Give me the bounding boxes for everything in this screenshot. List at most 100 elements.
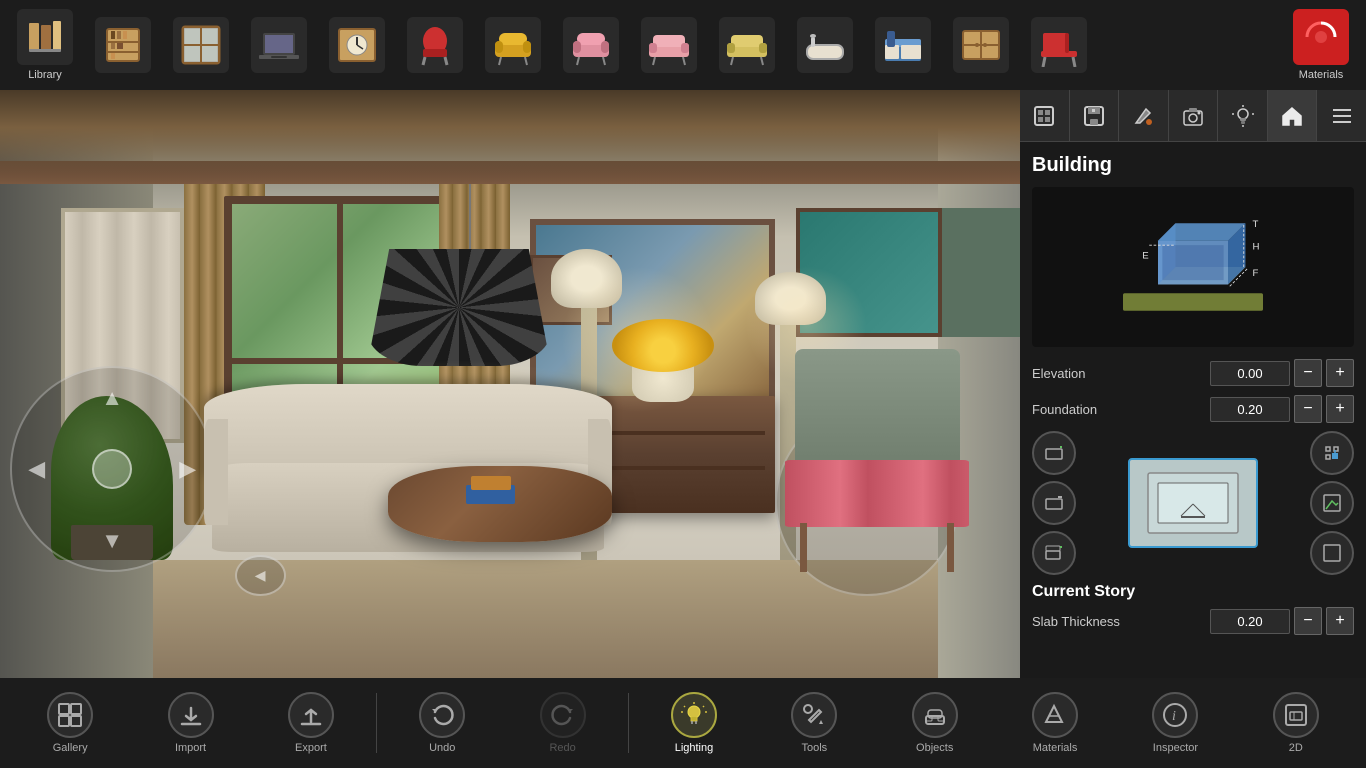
export-label: Export [295, 742, 327, 754]
nav-left[interactable]: ◀ [28, 456, 45, 482]
rp-list-tool[interactable] [1317, 90, 1366, 141]
toolbar-clock[interactable] [322, 5, 392, 85]
slab-thickness-plus[interactable]: + [1326, 607, 1354, 635]
toolbar-laptop[interactable] [244, 5, 314, 85]
materials-label: Materials [1033, 742, 1078, 754]
building-svg: T H E F [1103, 197, 1283, 337]
gallery-icon [47, 692, 93, 738]
toolbar-library[interactable]: Library [10, 5, 80, 85]
toolbar-sofa-pink[interactable] [634, 5, 704, 85]
svg-text:H: H [1253, 242, 1260, 253]
redo-label: Redo [549, 742, 575, 754]
elevation-row: Elevation − + [1032, 359, 1354, 387]
snap-btn[interactable] [1310, 431, 1354, 475]
toolbar-storage[interactable] [946, 5, 1016, 85]
rp-home-tool[interactable] [1268, 90, 1318, 141]
2d-label: 2D [1289, 742, 1303, 754]
bt-objects[interactable]: Objects [875, 683, 995, 763]
rp-content: Building T H E [1020, 142, 1366, 678]
lighting-label: Lighting [675, 742, 714, 754]
nav-center[interactable] [92, 449, 132, 489]
elevation-minus[interactable]: − [1294, 359, 1322, 387]
slab-thickness-minus[interactable]: − [1294, 607, 1322, 635]
foundation-input[interactable] [1210, 397, 1290, 422]
right-panel: Building T H E [1020, 90, 1366, 678]
undo-icon [419, 692, 465, 738]
bottom-toolbar: Gallery Import Export Undo [0, 678, 1366, 768]
bt-import[interactable]: Import [130, 683, 250, 763]
right-action-btns [1310, 431, 1354, 575]
measure-btn[interactable] [1310, 531, 1354, 575]
bt-gallery[interactable]: Gallery [10, 683, 130, 763]
separator-1 [376, 693, 377, 753]
top-toolbar: Library [0, 0, 1366, 90]
elevation-plus[interactable]: + [1326, 359, 1354, 387]
rp-paint-tool[interactable] [1119, 90, 1169, 141]
foundation-row: Foundation − + [1032, 395, 1354, 423]
inspector-label: Inspector [1153, 742, 1198, 754]
bt-lighting[interactable]: Lighting [634, 683, 754, 763]
floor-plan-thumbnail[interactable] [1128, 458, 1258, 548]
bt-tools[interactable]: Tools [754, 683, 874, 763]
actions-row [1032, 431, 1354, 575]
foundation-plus[interactable]: + [1326, 395, 1354, 423]
elevation-label: Elevation [1032, 366, 1206, 381]
undo-label: Undo [429, 742, 455, 754]
foundation-minus[interactable]: − [1294, 395, 1322, 423]
rp-light-tool[interactable] [1218, 90, 1268, 141]
toolbar-chair-red[interactable] [400, 5, 470, 85]
elevation-input[interactable] [1210, 361, 1290, 386]
toolbar-bookcase[interactable] [88, 5, 158, 85]
toolbar-armchair-yellow[interactable] [478, 5, 548, 85]
slab-thickness-input[interactable] [1210, 609, 1290, 634]
bt-redo[interactable]: Redo [502, 683, 622, 763]
rp-toolbar [1020, 90, 1366, 142]
2d-icon [1273, 692, 1319, 738]
nav-down[interactable]: ▼ [101, 528, 123, 554]
toolbar-sofa-yellow[interactable] [712, 5, 782, 85]
bt-inspector[interactable]: i Inspector [1115, 683, 1235, 763]
import-icon [168, 692, 214, 738]
toolbar-armchair-pink[interactable] [556, 5, 626, 85]
separator-2 [628, 693, 629, 753]
rp-save-tool[interactable] [1070, 90, 1120, 141]
current-story-title: Current Story [1032, 583, 1354, 601]
building-section-title: Building [1032, 154, 1354, 177]
gallery-label: Gallery [53, 742, 88, 754]
foundation-label: Foundation [1032, 402, 1206, 417]
toolbar-bathtub[interactable] [790, 5, 860, 85]
nav-zoom[interactable]: ◀ [235, 555, 286, 596]
rp-select-tool[interactable] [1020, 90, 1070, 141]
nav-up[interactable]: ▲ [101, 385, 123, 411]
slab-thickness-row: Slab Thickness − + [1032, 607, 1354, 635]
svg-text:F: F [1253, 268, 1259, 279]
svg-text:T: T [1253, 219, 1259, 230]
toolbar-window[interactable] [166, 5, 236, 85]
tools-label: Tools [801, 742, 827, 754]
inspector-icon: i [1152, 692, 1198, 738]
svg-text:i: i [1172, 709, 1176, 724]
export-icon [288, 692, 334, 738]
tools-icon [791, 692, 837, 738]
bt-export[interactable]: Export [251, 683, 371, 763]
rp-camera-tool[interactable] [1169, 90, 1219, 141]
slab-thickness-label: Slab Thickness [1032, 614, 1206, 629]
toolbar-bed[interactable] [868, 5, 938, 85]
add-story-btn[interactable] [1032, 531, 1076, 575]
objects-label: Objects [916, 742, 953, 754]
toolbar-chair-side[interactable] [1024, 5, 1094, 85]
import-label: Import [175, 742, 206, 754]
edit-floor-btn[interactable] [1032, 481, 1076, 525]
grid-btn[interactable] [1310, 481, 1354, 525]
add-floor-btn[interactable] [1032, 431, 1076, 475]
bt-materials[interactable]: Materials [995, 683, 1115, 763]
bt-undo[interactable]: Undo [382, 683, 502, 763]
svg-text:E: E [1142, 250, 1148, 261]
building-preview: T H E F [1032, 187, 1354, 347]
nav-right-arrow[interactable]: ▶ [179, 456, 196, 482]
bt-2d[interactable]: 2D [1236, 683, 1356, 763]
nav-pan-control[interactable]: ▲ ▼ ◀ ▶ [10, 366, 214, 572]
scene-viewport[interactable]: ▲ ▼ ◀ ▶ ◀ ✛ [0, 90, 1020, 678]
toolbar-materials[interactable]: Materials [1286, 5, 1356, 85]
lighting-icon [671, 692, 717, 738]
